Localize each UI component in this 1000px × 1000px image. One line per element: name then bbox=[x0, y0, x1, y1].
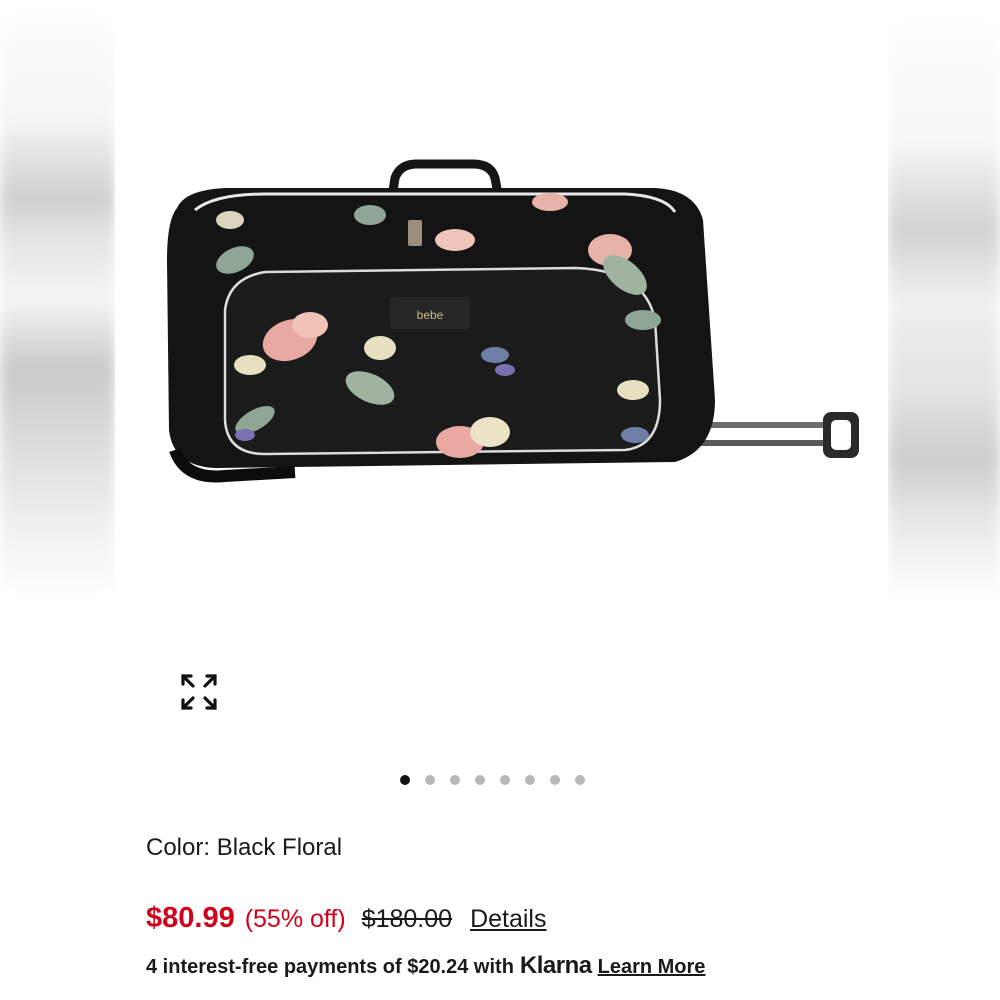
screenshot-frame: bebe Color: Black Floral $80.99 (55% off… bbox=[0, 0, 1000, 1000]
blurred-edge-right bbox=[888, 0, 1000, 1000]
color-label: Color: Black Floral bbox=[146, 834, 343, 861]
klarna-logo: Klarna bbox=[519, 952, 592, 979]
brand-tag-text: bebe bbox=[417, 308, 444, 322]
carousel-dot[interactable] bbox=[500, 775, 510, 785]
original-price: $180.00 bbox=[361, 905, 453, 933]
price-row: $80.99 (55% off) $180.00 Details bbox=[146, 902, 546, 935]
carousel-dot[interactable] bbox=[475, 775, 485, 785]
carousel-dot[interactable] bbox=[525, 775, 535, 785]
blurred-edge-left bbox=[0, 0, 115, 1000]
carousel-dot[interactable] bbox=[550, 775, 560, 785]
price-details-link[interactable]: Details bbox=[470, 905, 546, 934]
product-image[interactable]: bebe bbox=[155, 150, 875, 490]
carousel-dot[interactable] bbox=[450, 775, 460, 785]
carousel-dot[interactable] bbox=[400, 775, 410, 785]
discount-percent: (55% off) bbox=[244, 905, 346, 933]
learn-more-link[interactable]: Learn More bbox=[598, 956, 706, 979]
sale-price: $80.99 bbox=[146, 902, 235, 934]
image-carousel-dots bbox=[400, 774, 585, 786]
expand-arrows-icon[interactable] bbox=[175, 668, 223, 716]
trolley-handle bbox=[695, 412, 859, 458]
carousel-dot[interactable] bbox=[425, 775, 435, 785]
product-panel: bebe Color: Black Floral $80.99 (55% off… bbox=[115, 0, 888, 1000]
financing-row: 4 interest-free payments of $20.24 with … bbox=[146, 952, 705, 980]
financing-text: 4 interest-free payments of $20.24 with bbox=[146, 956, 514, 978]
carousel-dot[interactable] bbox=[575, 775, 585, 785]
